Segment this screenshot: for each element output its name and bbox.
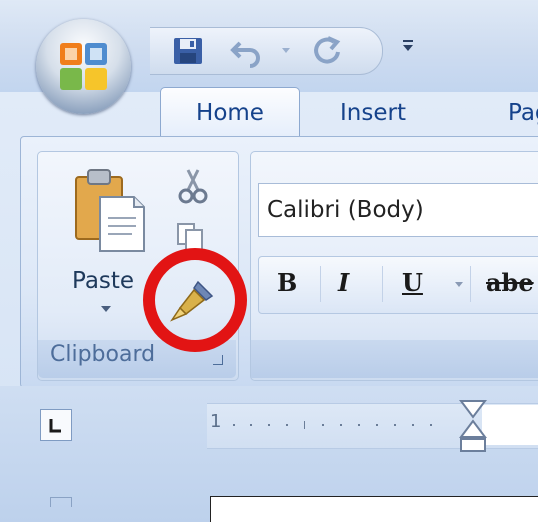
tab-home[interactable]: Home [160, 87, 300, 138]
paste-label: Paste [72, 268, 135, 294]
strikethrough-button[interactable]: abe [486, 268, 534, 297]
office-button-icon [60, 43, 107, 90]
indent-marker-icon[interactable] [455, 397, 491, 455]
paste-icon[interactable] [70, 165, 150, 255]
divider [320, 266, 321, 302]
tab-selector-icon [49, 419, 61, 433]
redo-icon[interactable] [310, 36, 344, 66]
font-name-select[interactable]: Calibri (Body) [258, 183, 538, 237]
word-window: Home Insert Pag Clipboard Paste Calibr [0, 0, 538, 522]
tab-selector-button[interactable] [40, 409, 72, 441]
italic-button[interactable]: I [338, 268, 349, 297]
paste-dropdown-icon[interactable] [101, 306, 111, 312]
divider [470, 266, 471, 302]
undo-dropdown-icon[interactable] [282, 48, 290, 53]
underline-button[interactable]: U [402, 268, 423, 297]
save-icon[interactable] [172, 36, 204, 66]
ruler-tick-label: 1 [210, 411, 222, 432]
vertical-ruler-marker[interactable] [50, 497, 72, 507]
divider [382, 266, 383, 302]
cut-icon[interactable] [176, 166, 210, 206]
undo-icon[interactable] [230, 38, 266, 68]
font-group-label-bar [251, 340, 538, 378]
clipboard-group-label: Clipboard [50, 342, 156, 367]
dialog-launcher-icon[interactable] [213, 355, 223, 365]
tab-insert[interactable]: Insert [340, 91, 406, 135]
tab-page-layout[interactable]: Pag [508, 91, 538, 135]
customize-qat-icon[interactable] [398, 33, 418, 57]
highlight-circle [143, 248, 247, 352]
underline-dropdown-icon[interactable] [455, 282, 463, 287]
office-button[interactable] [36, 19, 131, 114]
bold-button[interactable]: B [277, 268, 297, 297]
document-page[interactable] [210, 496, 538, 522]
